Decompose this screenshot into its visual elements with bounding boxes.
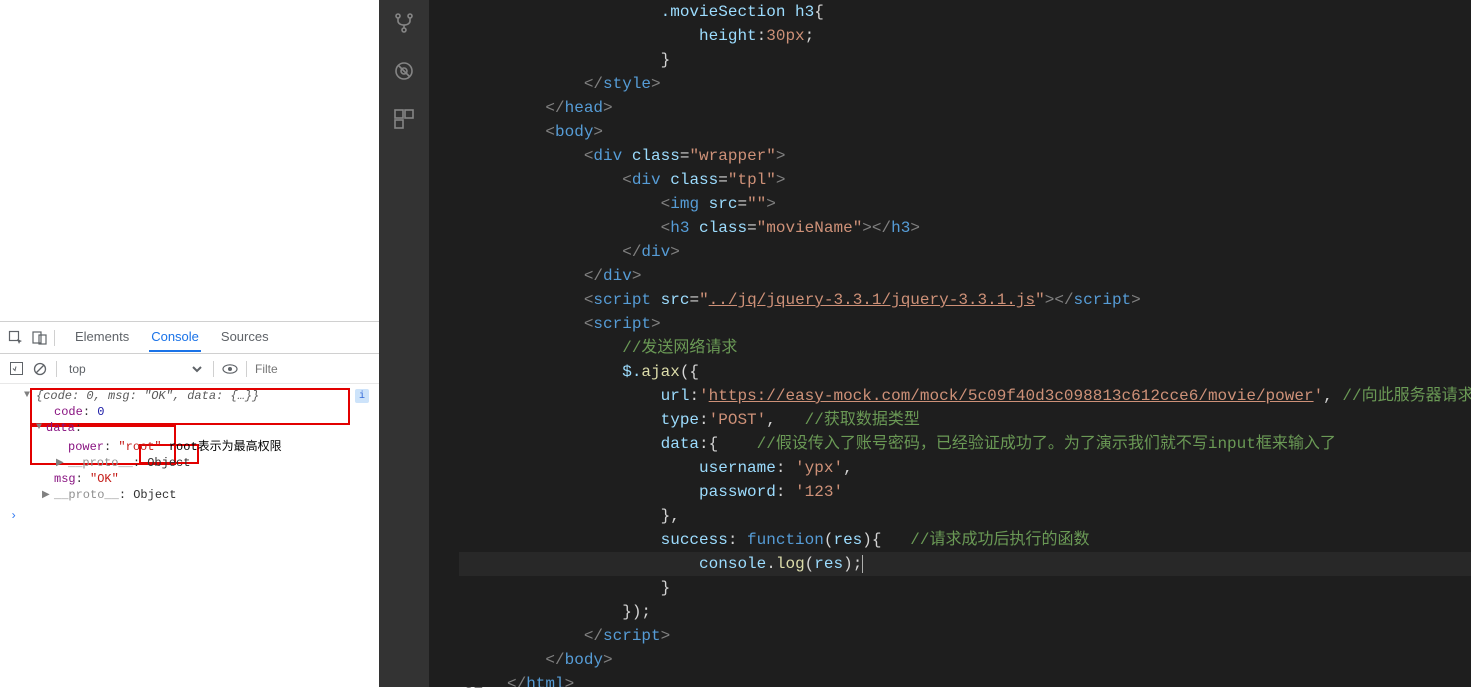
console-body[interactable]: i ▼ {code: 0, msg: "OK", data: {…}} code…	[0, 384, 379, 527]
code-line[interactable]: $.ajax({	[459, 360, 1471, 384]
source-control-icon[interactable]	[391, 10, 417, 36]
expand-arrow-icon[interactable]: ▼	[24, 390, 30, 401]
live-expression-icon[interactable]	[222, 361, 238, 377]
editor-panel: 3334353637383940414243444546474849505152…	[379, 0, 1471, 687]
code-line[interactable]: <script src="../jq/jquery-3.3.1/jquery-3…	[459, 288, 1471, 312]
code-line[interactable]: password: '123'	[459, 480, 1471, 504]
console-prompt-icon[interactable]: ›	[2, 509, 379, 523]
content-blank	[0, 0, 379, 321]
inspect-element-icon[interactable]	[6, 328, 26, 348]
code-line[interactable]: </div>	[459, 264, 1471, 288]
code-line[interactable]: <img src="">	[459, 192, 1471, 216]
code-line[interactable]: </style>	[459, 72, 1471, 96]
code-line[interactable]: <script>	[459, 312, 1471, 336]
code-line[interactable]: username: 'ypx',	[459, 456, 1471, 480]
console-obj-prop[interactable]: msg: "OK"	[2, 471, 379, 487]
activity-bar	[379, 0, 429, 687]
code-line[interactable]: }	[459, 576, 1471, 600]
debug-icon[interactable]	[391, 58, 417, 84]
code-line[interactable]: },	[459, 504, 1471, 528]
code-area[interactable]: .movieSection h3{ height:30px; } </style…	[459, 0, 1471, 687]
filterbar-divider	[56, 361, 57, 377]
console-filterbar: top	[0, 354, 379, 384]
code-line[interactable]: </head>	[459, 96, 1471, 120]
filterbar-divider	[246, 361, 247, 377]
device-toolbar-icon[interactable]	[30, 328, 50, 348]
code-line[interactable]: console.log(res);	[459, 552, 1471, 576]
extensions-icon[interactable]	[391, 106, 417, 132]
code-line[interactable]: </div>	[459, 240, 1471, 264]
code-line[interactable]: }	[459, 48, 1471, 72]
code-line[interactable]: height:30px;	[459, 24, 1471, 48]
tab-console[interactable]: Console	[149, 323, 201, 352]
console-obj-prop[interactable]: code: 0	[2, 404, 379, 420]
code-line[interactable]: </body>	[459, 648, 1471, 672]
code-line[interactable]: <div class="tpl">	[459, 168, 1471, 192]
code-line[interactable]: url:'https://easy-mock.com/mock/5c09f40d…	[459, 384, 1471, 408]
console-obj-summary[interactable]: ▼ {code: 0, msg: "OK", data: {…}}	[2, 388, 379, 404]
code-line[interactable]: </script>	[459, 624, 1471, 648]
tab-elements[interactable]: Elements	[73, 323, 131, 352]
console-obj-prop[interactable]: ▼ data:	[2, 420, 379, 436]
clear-console-icon[interactable]	[32, 361, 48, 377]
code-line[interactable]: <body>	[459, 120, 1471, 144]
code-line[interactable]: .movieSection h3{	[459, 0, 1471, 24]
expand-arrow-icon[interactable]: ▶	[56, 457, 64, 469]
filterbar-divider	[213, 361, 214, 377]
tab-sources[interactable]: Sources	[219, 323, 271, 352]
code-line[interactable]: <div class="wrapper">	[459, 144, 1471, 168]
filter-input[interactable]	[255, 362, 295, 376]
console-obj-prop[interactable]: ▶ __proto__: Object	[2, 455, 379, 471]
code-line[interactable]: success: function(res){ //请求成功后执行的函数	[459, 528, 1471, 552]
code-line[interactable]: type:'POST', //获取数据类型	[459, 408, 1471, 432]
expand-arrow-icon[interactable]: ▼	[36, 422, 42, 433]
code-line[interactable]: data:{ //假设传入了账号密码，已经验证成功了。为了演示我们就不写inpu…	[459, 432, 1471, 456]
code-line[interactable]: <h3 class="movieName"></h3>	[459, 216, 1471, 240]
code-line[interactable]: });	[459, 600, 1471, 624]
console-obj-prop[interactable]: ▶ __proto__: Object	[2, 487, 379, 503]
console-obj-prop[interactable]: power: "root" root表示为最高权限	[2, 436, 379, 455]
toolbar-divider	[54, 330, 55, 346]
code-line[interactable]: //发送网络请求	[459, 336, 1471, 360]
console-sidebar-toggle-icon[interactable]	[8, 361, 24, 377]
context-selector[interactable]: top	[65, 361, 205, 377]
devtools-panel: Elements Console Sources top i	[0, 321, 379, 687]
code-line[interactable]: </html>	[459, 672, 1471, 687]
devtools-toolbar: Elements Console Sources	[0, 322, 379, 354]
expand-arrow-icon[interactable]: ▶	[42, 489, 50, 501]
